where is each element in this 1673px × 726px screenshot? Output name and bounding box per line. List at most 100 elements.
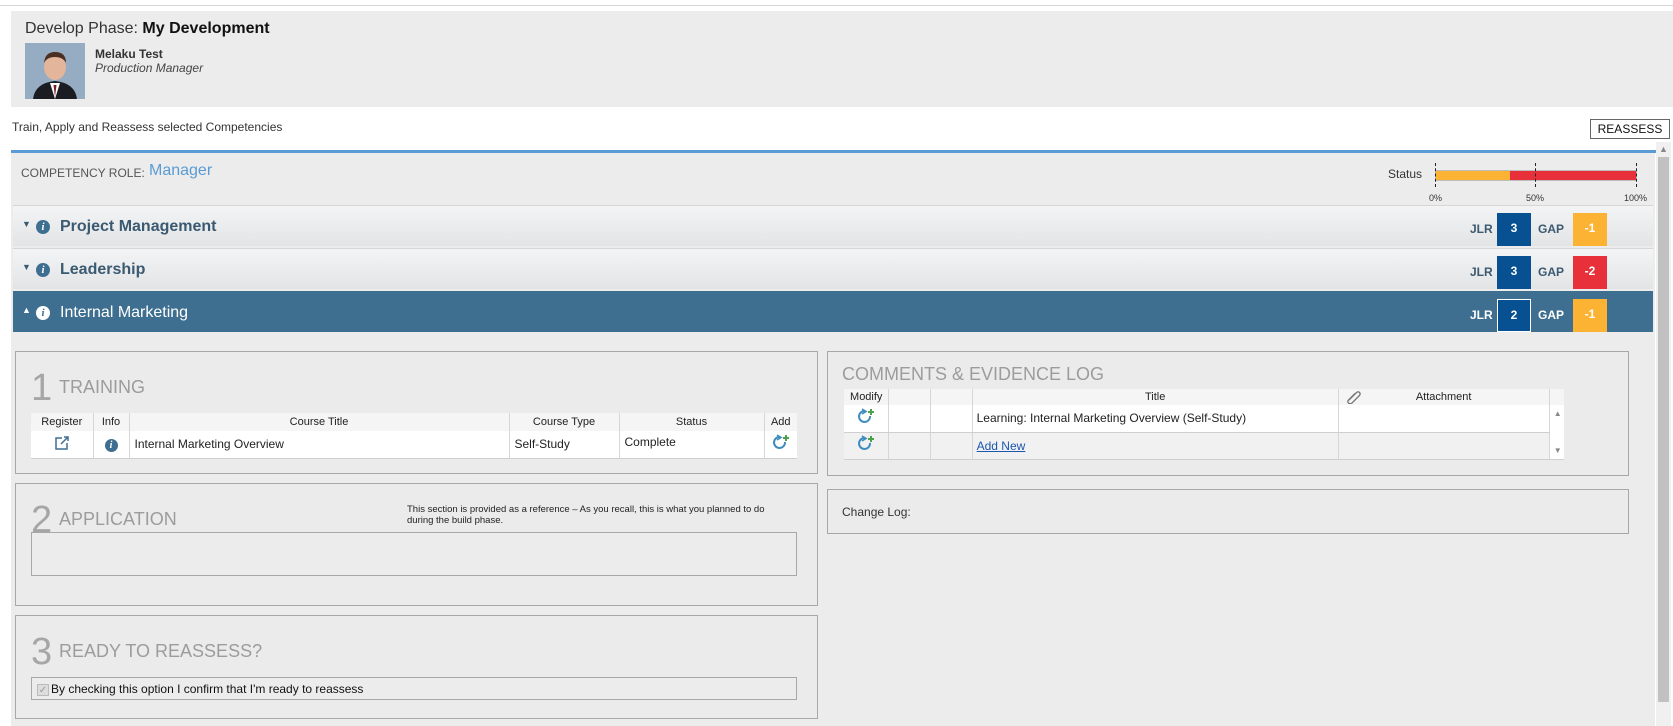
phase-name: My Development	[142, 20, 270, 37]
change-log-label: Change Log:	[842, 505, 911, 519]
status-cell: Complete	[619, 431, 765, 459]
gap-label: GAP	[1538, 265, 1565, 279]
jlr-label: JLR	[1470, 222, 1493, 236]
scroll-down-icon[interactable]: ▼	[1551, 446, 1565, 455]
info-icon[interactable]: i	[36, 220, 50, 234]
blank-cell	[888, 405, 932, 433]
scroll-up-icon[interactable]: ▲	[1656, 142, 1671, 157]
external-link-icon[interactable]	[54, 435, 70, 451]
blank-cell	[930, 405, 973, 433]
column-header: Course Type	[509, 413, 620, 431]
column-header	[888, 389, 932, 405]
modify-cell	[844, 405, 890, 433]
info-cell: i	[93, 431, 130, 459]
column-header: Add	[764, 413, 797, 431]
add-new-cell: Add New	[972, 432, 1339, 460]
gap-label: GAP	[1538, 222, 1565, 236]
blank-cell	[930, 432, 973, 460]
register-cell	[31, 431, 94, 459]
info-icon[interactable]: i	[104, 438, 118, 452]
competency-name[interactable]: Leadership	[60, 261, 145, 279]
caret-up-icon[interactable]: ▲	[22, 305, 31, 315]
page-title: Develop Phase: My Development	[25, 20, 270, 38]
gap-badge: -1	[1573, 299, 1607, 332]
column-header	[930, 389, 973, 405]
top-border	[0, 5, 1673, 6]
evidence-table: Modify Title Attachment Learning: Intern…	[844, 389, 1564, 460]
competency-name[interactable]: Project Management	[60, 218, 216, 236]
status-tick-0	[1435, 163, 1436, 187]
competency-row-project-management[interactable]: ▼ i Project Management JLR 3 GAP -1	[13, 205, 1653, 246]
section-title: READY TO REASSESS?	[59, 641, 263, 661]
status-progress-fill	[1436, 171, 1510, 180]
section-title: TRAINING	[59, 377, 146, 397]
column-header: Attachment	[1338, 389, 1550, 405]
status-tick-label: 0%	[1429, 193, 1443, 203]
section-title: COMMENTS & EVIDENCE LOG	[842, 364, 1105, 384]
jlr-label: JLR	[1470, 265, 1493, 279]
course-type-cell: Self-Study	[509, 431, 620, 459]
competency-row-leadership[interactable]: ▼ i Leadership JLR 3 GAP -2	[13, 248, 1653, 289]
attachment-column-label: Attachment	[1415, 391, 1472, 403]
blank-cell	[888, 432, 932, 460]
ready-checkbox-label[interactable]: By checking this option I confirm that I…	[51, 682, 363, 696]
gap-badge: -2	[1573, 256, 1607, 289]
caret-down-icon[interactable]: ▼	[22, 219, 31, 229]
competency-name[interactable]: Internal Marketing	[60, 304, 188, 322]
column-header: Title	[972, 389, 1339, 405]
user-name: Melaku Test	[95, 47, 163, 61]
application-note: This section is provided as a reference …	[407, 504, 765, 526]
attachment-cell	[1338, 432, 1550, 460]
caret-down-icon[interactable]: ▼	[22, 262, 31, 272]
column-header: Info	[93, 413, 130, 431]
jlr-badge: 3	[1497, 213, 1531, 246]
info-icon[interactable]: i	[36, 306, 50, 320]
competency-row-internal-marketing[interactable]: ▲ i Internal Marketing JLR 2 GAP -1	[13, 291, 1653, 332]
column-header: Register	[31, 413, 94, 431]
scroll-column-header	[1549, 389, 1564, 405]
reassess-button[interactable]: REASSESS	[1590, 119, 1670, 139]
ready-checkbox[interactable]: ✓	[37, 684, 49, 696]
scroll-up-icon[interactable]: ▲	[1551, 409, 1565, 418]
main-content: COMPETENCY ROLE: Manager Status 0% 50% 1…	[11, 153, 1655, 726]
avatar	[25, 43, 85, 99]
status-label: Status	[1388, 167, 1423, 181]
status-tick-100	[1636, 163, 1637, 187]
evidence-scrollbar[interactable]: ▲ ▼	[1549, 405, 1565, 460]
status-tick-label: 100%	[1624, 193, 1648, 203]
table-row: Add New	[844, 432, 1564, 460]
add-refresh-icon[interactable]	[857, 435, 875, 453]
column-header: Course Title	[129, 413, 510, 431]
add-refresh-icon[interactable]	[857, 408, 875, 426]
table-row: i Internal Marketing Overview Self-Study…	[31, 431, 797, 459]
scrollbar-thumb[interactable]	[1658, 157, 1669, 702]
user-role: Production Manager	[95, 61, 204, 75]
add-new-link[interactable]: Add New	[977, 439, 1026, 453]
jlr-badge: 3	[1497, 256, 1531, 289]
page-scrollbar[interactable]: ▲	[1656, 142, 1671, 726]
column-header: Modify	[844, 389, 890, 405]
competency-role-value: Manager	[149, 162, 213, 179]
ready-confirm-row: ✓ By checking this option I confirm that…	[31, 677, 797, 700]
application-textarea[interactable]	[31, 532, 797, 576]
course-title-cell: Internal Marketing Overview	[129, 431, 510, 459]
page-header: Develop Phase: My Development Melaku Tes…	[11, 11, 1673, 107]
jlr-label: JLR	[1470, 308, 1493, 322]
training-table: Register Info Course Title Course Type S…	[31, 413, 797, 459]
phase-label: Develop Phase:	[25, 20, 138, 37]
add-cell	[764, 431, 797, 459]
info-icon[interactable]: i	[36, 263, 50, 277]
modify-cell	[844, 432, 890, 460]
status-progress-remaining	[1510, 171, 1636, 180]
ready-panel: 3 READY TO REASSESS? ✓ By checking this …	[15, 615, 818, 719]
add-refresh-icon[interactable]	[772, 434, 790, 452]
section-number: 3	[31, 631, 53, 673]
status-tick-label: 50%	[1526, 193, 1545, 203]
competency-role-label: COMPETENCY ROLE:	[21, 166, 145, 180]
status-tick-50	[1535, 163, 1536, 187]
table-header-row: Register Info Course Title Course Type S…	[31, 413, 797, 431]
evidence-title-cell: Learning: Internal Marketing Overview (S…	[972, 405, 1339, 433]
jlr-badge: 2	[1497, 299, 1531, 332]
page-subtitle: Train, Apply and Reassess selected Compe…	[12, 120, 283, 134]
status-progress-bar	[1435, 170, 1637, 181]
